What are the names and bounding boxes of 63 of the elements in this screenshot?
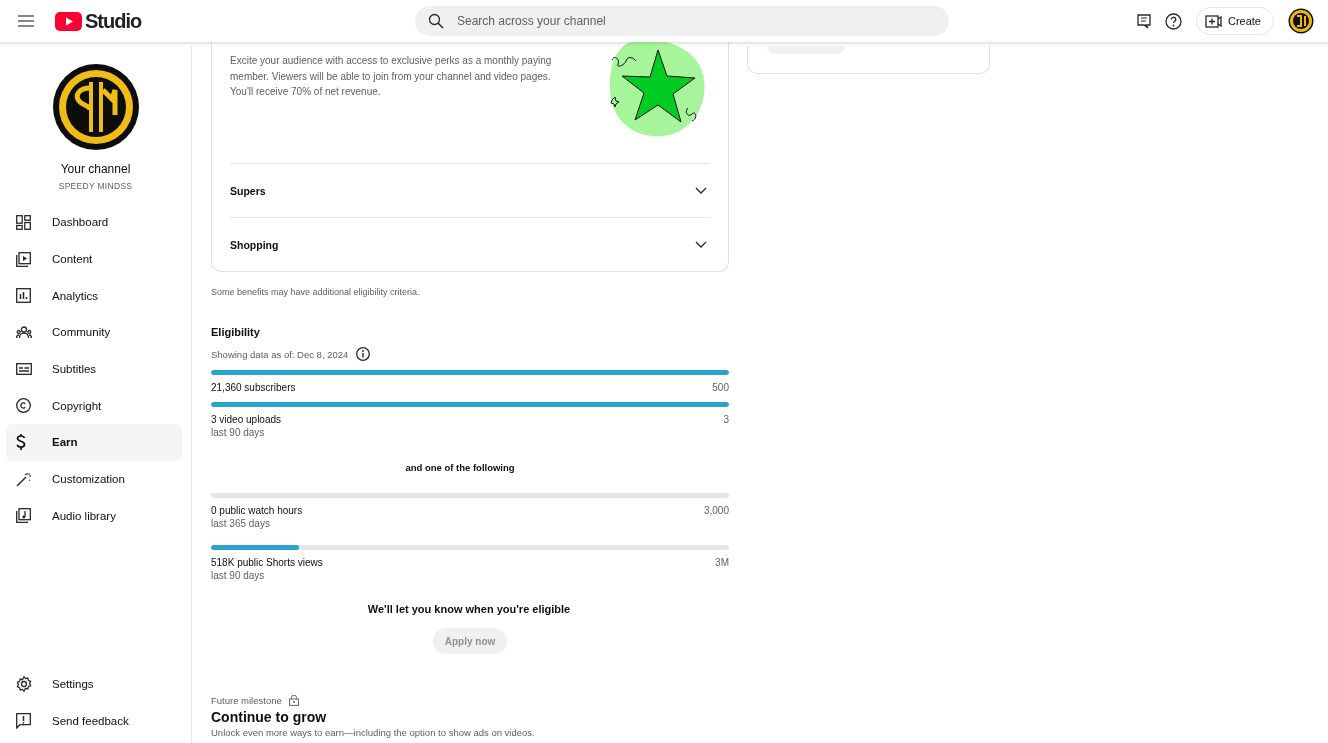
music-note-icon bbox=[16, 508, 31, 524]
metric-label: 3 video uploads bbox=[211, 414, 282, 425]
video-icon bbox=[16, 251, 31, 267]
period-text: last 365 days bbox=[211, 518, 271, 529]
milestone-description: Unlock even more ways to earn—including the option to show ads on videos. bbox=[211, 727, 536, 738]
status-text: We'll let you know when you're eligible bbox=[366, 603, 572, 615]
search-icon bbox=[428, 13, 444, 29]
magic-wand-icon bbox=[16, 471, 31, 487]
note-text: Some benefits may have additional eligibility criteria. bbox=[211, 287, 421, 297]
target-value: 3M bbox=[715, 557, 729, 568]
nav-item[interactable]: Earn bbox=[6, 424, 182, 461]
period-text: last 90 days bbox=[211, 427, 266, 438]
nav-item[interactable]: Community bbox=[6, 314, 182, 351]
expandable-row[interactable]: Supers bbox=[230, 164, 710, 218]
nav-item[interactable]: Dashboard bbox=[6, 204, 182, 241]
lock-icon bbox=[288, 695, 299, 706]
nav-item[interactable]: Settings bbox=[6, 665, 182, 703]
target-value: 3,000 bbox=[703, 505, 729, 516]
description-text: Excite your audience with access to exclusive perks as a monthly paying member. Viewers will be able to join from your channel and video pages. You'll receive 70% of net revenue. bbox=[230, 54, 553, 99]
dashboard-icon bbox=[16, 214, 31, 230]
people-icon bbox=[16, 325, 32, 339]
channel-title: Your channel bbox=[60, 162, 131, 176]
channel-name: SPEEDY MINDSS bbox=[58, 181, 133, 191]
avatar[interactable] bbox=[1288, 8, 1314, 34]
bar-chart-icon bbox=[16, 288, 31, 304]
target-value: 3 bbox=[723, 414, 729, 425]
logo-text[interactable]: Studio bbox=[85, 9, 142, 33]
nav-item[interactable]: Audio library bbox=[6, 497, 182, 535]
expandable-row[interactable]: Shopping bbox=[230, 218, 710, 271]
comment-icon[interactable] bbox=[1136, 13, 1151, 29]
nav-item[interactable]: Subtitles bbox=[6, 350, 182, 388]
nav-item[interactable]: Analytics bbox=[6, 277, 182, 315]
metric-label: 21,360 subscribers bbox=[211, 382, 296, 393]
channel-avatar[interactable] bbox=[52, 64, 139, 150]
metric-label: 518K public Shorts views bbox=[211, 557, 323, 568]
search-field[interactable]: Search across your channel bbox=[415, 6, 949, 36]
help-icon[interactable] bbox=[1164, 12, 1182, 30]
milestone-label: Future milestone bbox=[211, 695, 282, 706]
settings-icon bbox=[16, 675, 32, 692]
section-title: Shopping bbox=[230, 238, 279, 251]
nav-item[interactable]: Content bbox=[6, 240, 182, 278]
chevron-down-icon[interactable] bbox=[695, 187, 707, 194]
subtitles-icon bbox=[16, 363, 32, 376]
period-text: last 90 days bbox=[211, 570, 266, 581]
target-value: 500 bbox=[712, 382, 729, 393]
section-title: Supers bbox=[230, 184, 266, 197]
copyright-icon bbox=[16, 398, 31, 414]
chevron-down-icon[interactable] bbox=[695, 241, 707, 248]
play-logo-icon[interactable] bbox=[55, 11, 82, 31]
separator-text: and one of the following bbox=[404, 462, 516, 473]
date-text: Showing data as of: Dec 8, 2024 bbox=[211, 348, 349, 360]
section-heading: Eligibility bbox=[211, 326, 261, 338]
nav-item[interactable]: Customization bbox=[6, 460, 182, 498]
feedback-icon bbox=[16, 712, 31, 729]
info-icon[interactable] bbox=[356, 347, 371, 361]
nav-item[interactable]: Send feedback bbox=[6, 702, 182, 739]
nav-item[interactable]: Copyright bbox=[6, 387, 182, 425]
metric-label: 0 public watch hours bbox=[211, 505, 303, 516]
create-button[interactable]: Create bbox=[1195, 7, 1274, 35]
dollar-icon bbox=[16, 434, 26, 451]
milestone-title: Continue to grow bbox=[211, 709, 328, 725]
menu-icon[interactable] bbox=[18, 15, 34, 27]
video-plus-icon bbox=[1204, 14, 1222, 28]
